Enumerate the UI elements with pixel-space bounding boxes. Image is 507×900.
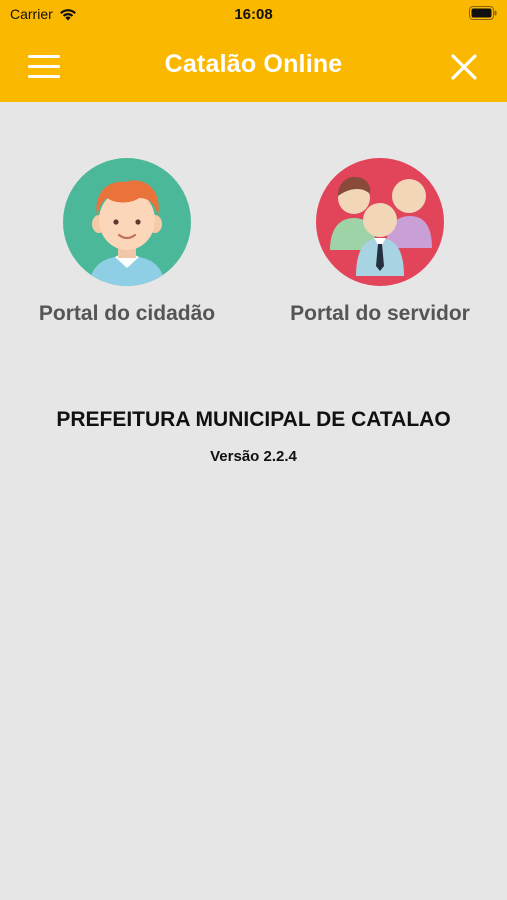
close-button[interactable] xyxy=(451,54,477,80)
status-bar: Carrier 16:08 xyxy=(0,0,507,28)
portal-servidor-label: Portal do servidor xyxy=(290,302,470,325)
app-version: Versão 2.2.4 xyxy=(210,448,297,465)
citizen-avatar-icon xyxy=(63,158,191,286)
app-header: Carrier 16:08 Catalão Online xyxy=(0,0,507,102)
staff-group-icon xyxy=(316,158,444,286)
portal-servidor-button[interactable]: Portal do servidor xyxy=(260,158,500,326)
portal-cidadao-label: Portal do cidadão xyxy=(38,302,216,325)
battery-icon xyxy=(469,6,497,20)
navigation-bar: Catalão Online xyxy=(0,28,507,102)
portal-cidadao-button[interactable]: Portal do cidadão xyxy=(7,158,247,326)
organization-name: PREFEITURA MUNICIPAL DE CATALAO xyxy=(56,408,451,431)
close-icon xyxy=(451,54,477,80)
status-time: 16:08 xyxy=(234,6,273,23)
page-title: Catalão Online xyxy=(164,50,343,78)
